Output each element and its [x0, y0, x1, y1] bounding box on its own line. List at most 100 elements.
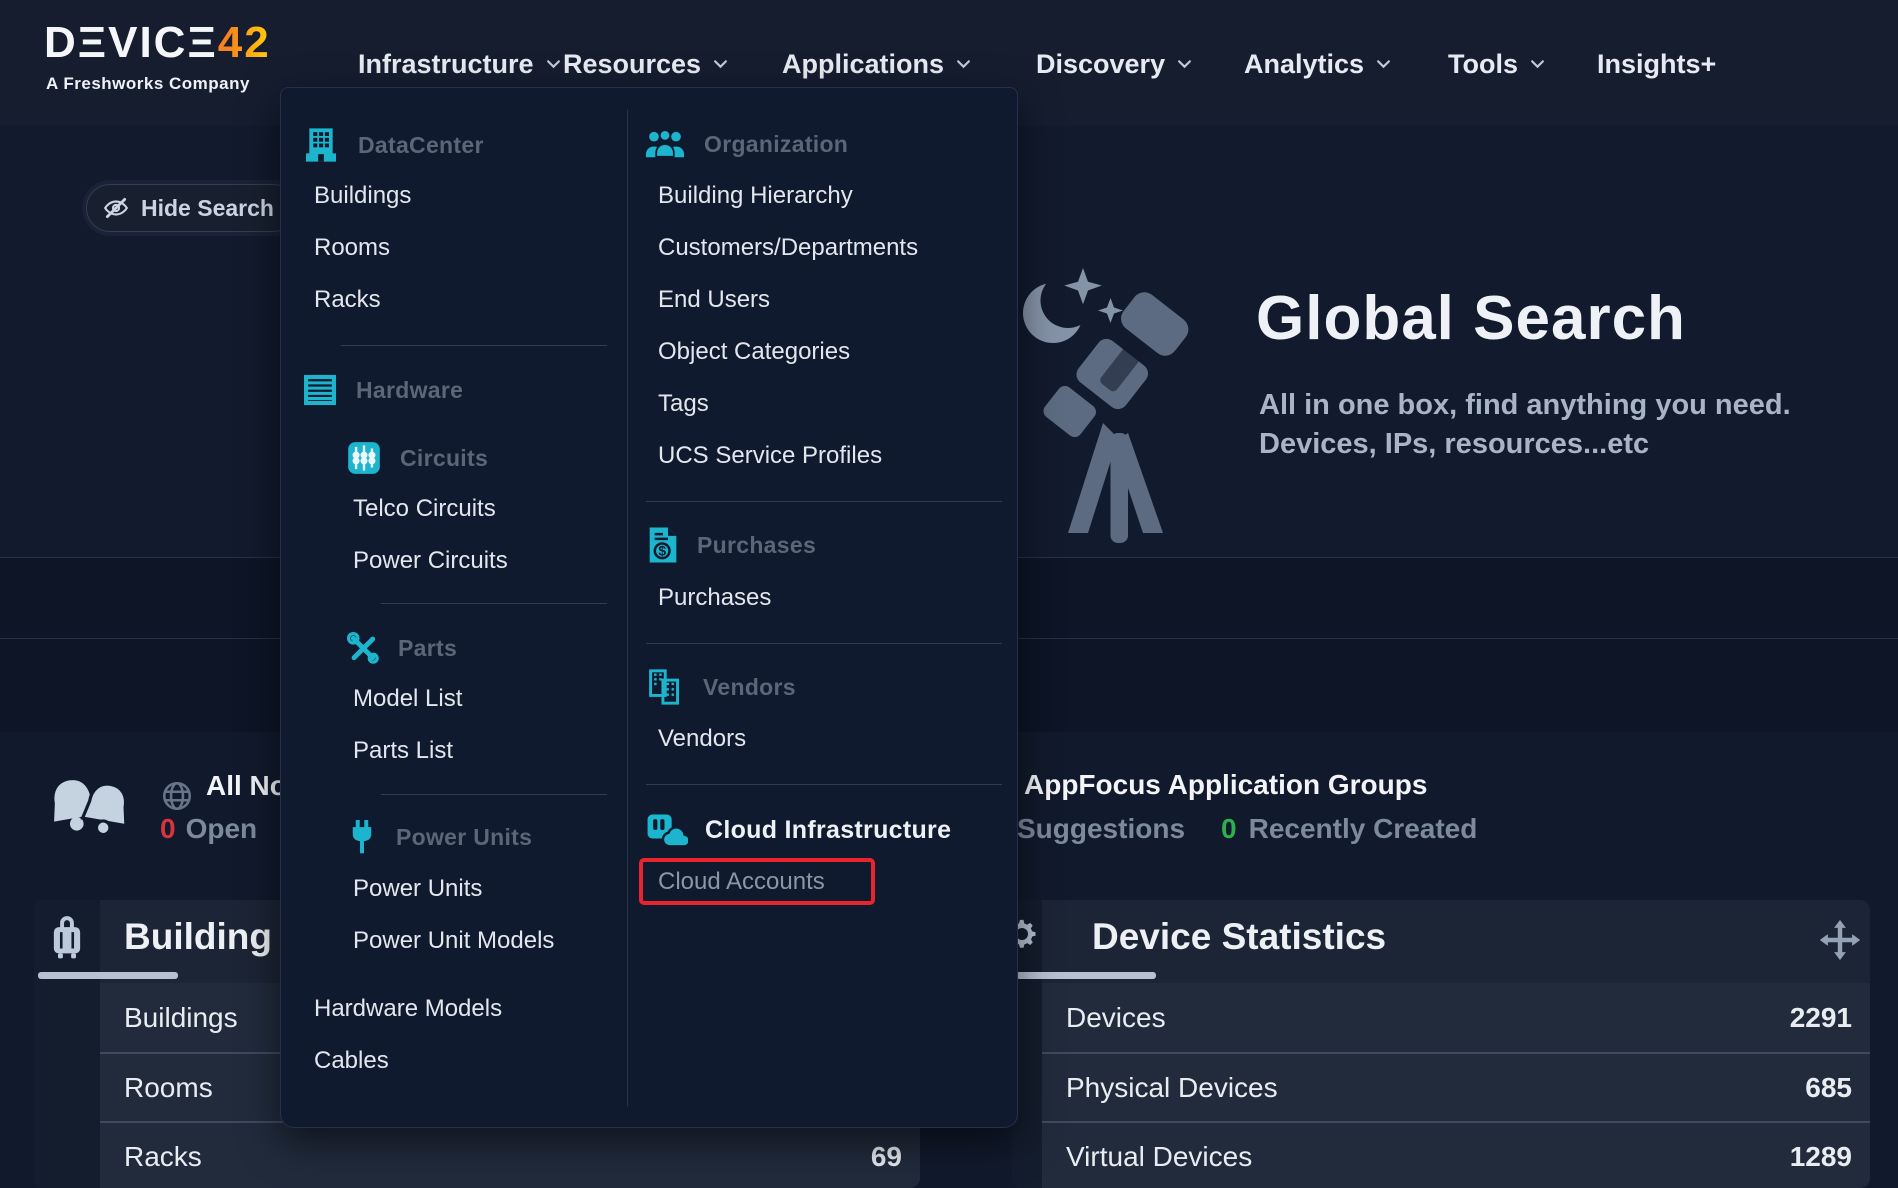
open-count: 0 — [160, 813, 176, 845]
open-label: Open — [186, 813, 258, 845]
notifications-open-status: 0 Open — [160, 813, 257, 845]
global-search-subtitle-2: Devices, IPs, resources...etc — [1259, 428, 1649, 461]
nav-resources[interactable]: Resources — [563, 44, 728, 84]
menu-section-cloud-infrastructure: Cloud Infrastructure — [646, 808, 951, 852]
menu-item-power-units[interactable]: Power Units — [353, 868, 482, 910]
menu-item-parts-list[interactable]: Parts List — [353, 730, 453, 772]
table-row[interactable]: Devices 2291 — [1042, 983, 1870, 1052]
notification-bells-icon — [46, 772, 138, 852]
nav-infrastructure[interactable]: Infrastructure — [358, 44, 561, 84]
power-plug-icon — [345, 818, 379, 856]
device-card-accent-bar — [1016, 972, 1156, 979]
menu-divider — [341, 345, 607, 346]
menu-section-organization: Organization — [643, 122, 848, 166]
row-value: 1289 — [1790, 1141, 1852, 1173]
global-search-title: Global Search — [1256, 283, 1686, 354]
nav-insights[interactable]: Insights+ — [1597, 44, 1716, 84]
menu-section-purchases: $ Purchases — [646, 523, 816, 567]
menu-item-model-list[interactable]: Model List — [353, 678, 462, 720]
row-value: 685 — [1805, 1072, 1852, 1104]
menu-item-telco-circuits[interactable]: Telco Circuits — [353, 488, 496, 530]
menu-item-power-unit-models[interactable]: Power Unit Models — [353, 920, 554, 962]
people-group-icon — [643, 128, 687, 160]
chevron-down-icon — [1530, 59, 1545, 69]
datacenter-building-icon — [301, 125, 341, 165]
menu-item-cables[interactable]: Cables — [314, 1040, 389, 1082]
chevron-down-icon — [1177, 59, 1192, 69]
globe-icon — [160, 779, 194, 813]
chevron-down-icon — [713, 59, 728, 69]
telescope-icon — [1018, 248, 1258, 578]
row-value: 69 — [871, 1141, 902, 1173]
menu-item-object-categories[interactable]: Object Categories — [658, 331, 850, 373]
device42-dashboard: DΞVICΞ42 A Freshworks Company Infrastruc… — [0, 0, 1898, 1188]
logo-device: DΞVICΞ — [44, 18, 218, 67]
global-search-subtitle-1: All in one box, find anything you need. — [1259, 389, 1791, 422]
menu-item-customers-departments[interactable]: Customers/Departments — [658, 227, 918, 269]
row-value: 2291 — [1790, 1002, 1852, 1034]
circuit-board-icon — [345, 439, 383, 477]
chevron-down-icon — [1376, 59, 1391, 69]
logo-tagline: A Freshworks Company — [46, 74, 250, 94]
device42-logo[interactable]: DΞVICΞ42 — [44, 18, 271, 68]
menu-item-cloud-accounts[interactable]: Cloud Accounts — [658, 861, 825, 903]
menu-item-racks[interactable]: Racks — [314, 279, 381, 321]
logo-42: 42 — [218, 18, 271, 67]
row-label: Physical Devices — [1066, 1072, 1278, 1104]
nav-tools[interactable]: Tools — [1448, 44, 1545, 84]
menu-item-tags[interactable]: Tags — [658, 383, 709, 425]
chevron-down-icon — [546, 59, 561, 69]
building-card-side-tab — [34, 900, 100, 1188]
recently-created-label: Recently Created — [1249, 813, 1478, 845]
hide-search-label: Hide Search — [141, 195, 274, 222]
infrastructure-dropdown-menu: DataCenter Buildings Rooms Racks Hardwar… — [280, 87, 1018, 1128]
menu-item-purchases[interactable]: Purchases — [658, 577, 771, 619]
menu-item-ucs-service-profiles[interactable]: UCS Service Profiles — [658, 435, 882, 477]
table-row[interactable]: Racks 69 — [100, 1121, 920, 1188]
nav-applications[interactable]: Applications — [782, 44, 971, 84]
device-statistics-card: Device Statistics Devices 2291 Physical … — [1012, 900, 1870, 1188]
eye-off-icon — [103, 195, 129, 221]
menu-item-power-circuits[interactable]: Power Circuits — [353, 540, 508, 582]
menu-section-circuits: Circuits — [345, 436, 488, 480]
menu-item-end-users[interactable]: End Users — [658, 279, 770, 321]
menu-divider — [381, 794, 607, 795]
table-row[interactable]: Physical Devices 685 — [1042, 1052, 1870, 1121]
nav-analytics[interactable]: Analytics — [1244, 44, 1391, 84]
row-label: Buildings — [124, 1002, 238, 1034]
menu-divider — [646, 501, 1002, 502]
menu-item-buildings[interactable]: Buildings — [314, 175, 411, 217]
invoice-icon: $ — [646, 525, 680, 565]
nav-discovery[interactable]: Discovery — [1036, 44, 1192, 84]
move-icon[interactable] — [1818, 918, 1862, 962]
menu-section-vendors: Vendors — [646, 665, 796, 709]
menu-divider — [381, 603, 607, 604]
briefcase-icon — [46, 914, 88, 960]
table-row[interactable]: Virtual Devices 1289 — [1042, 1121, 1870, 1188]
hide-search-button[interactable]: Hide Search — [86, 184, 297, 232]
menu-section-datacenter: DataCenter — [301, 123, 484, 167]
chevron-down-icon — [956, 59, 971, 69]
menu-divider — [646, 784, 1002, 785]
recently-created-count: 0 — [1221, 813, 1237, 845]
row-label: Rooms — [124, 1072, 213, 1104]
row-label: Devices — [1066, 1002, 1166, 1034]
appfocus-status: Suggestions 0 Recently Created — [1017, 813, 1477, 845]
building-card-accent-bar — [38, 972, 178, 979]
menu-item-vendors[interactable]: Vendors — [658, 718, 746, 760]
menu-section-power-units: Power Units — [345, 815, 532, 859]
menu-item-building-hierarchy[interactable]: Building Hierarchy — [658, 175, 853, 217]
suggestions-label: Suggestions — [1017, 813, 1185, 845]
menu-divider — [646, 643, 1002, 644]
menu-section-hardware: Hardware — [301, 368, 463, 412]
device-card-title: Device Statistics — [1092, 916, 1386, 958]
svg-text:$: $ — [658, 544, 666, 560]
row-label: Virtual Devices — [1066, 1141, 1252, 1173]
appfocus-title: AppFocus Application Groups — [1024, 769, 1427, 801]
cloud-server-icon — [646, 811, 688, 849]
server-rack-icon — [301, 371, 339, 409]
menu-item-hardware-models[interactable]: Hardware Models — [314, 988, 502, 1030]
vendor-buildings-icon — [646, 667, 686, 707]
menu-item-rooms[interactable]: Rooms — [314, 227, 390, 269]
menu-section-parts: Parts — [345, 626, 457, 670]
